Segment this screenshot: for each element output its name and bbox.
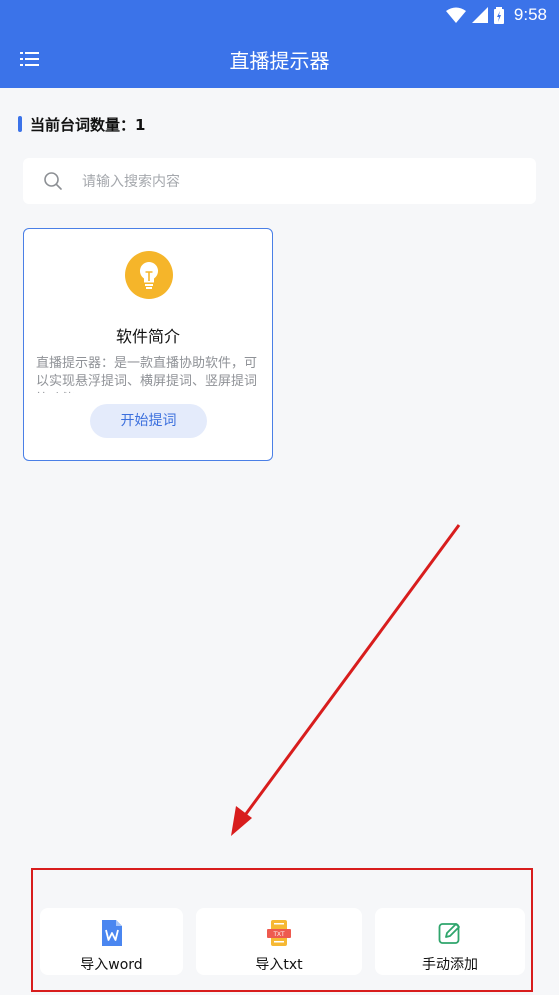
search-box[interactable]: 请输入搜索内容 [23,158,536,204]
status-icons: 9:58 [445,5,547,25]
lightbulb-icon [125,251,173,299]
annotation-highlight-box [31,868,533,992]
card-description: 直播提示器：是一款直播协助软件，可以实现悬浮提词、横屏提词、竖屏提词等功能 [36,356,258,393]
app-bar: 直播提示器 [0,30,559,88]
status-time: 9:58 [513,5,547,24]
annotation-arrow [231,524,461,836]
wifi-icon [445,7,466,23]
script-count: 当前台词数量：1 [18,114,145,134]
start-prompt-button[interactable]: 开始提词 [90,404,207,438]
script-card[interactable]: 软件简介 直播提示器：是一款直播协助软件，可以实现悬浮提词、横屏提词、竖屏提词等… [23,228,273,461]
section-accent-bar [18,116,22,132]
battery-icon [493,6,504,24]
script-count-label: 当前台词数量：1 [30,115,146,134]
signal-icon [471,7,488,23]
search-input[interactable]: 请输入搜索内容 [82,171,180,191]
search-icon [44,172,62,190]
status-bar: 9:58 [0,0,559,30]
page-title: 直播提示器 [229,49,330,73]
card-title: 软件简介 [115,327,180,346]
